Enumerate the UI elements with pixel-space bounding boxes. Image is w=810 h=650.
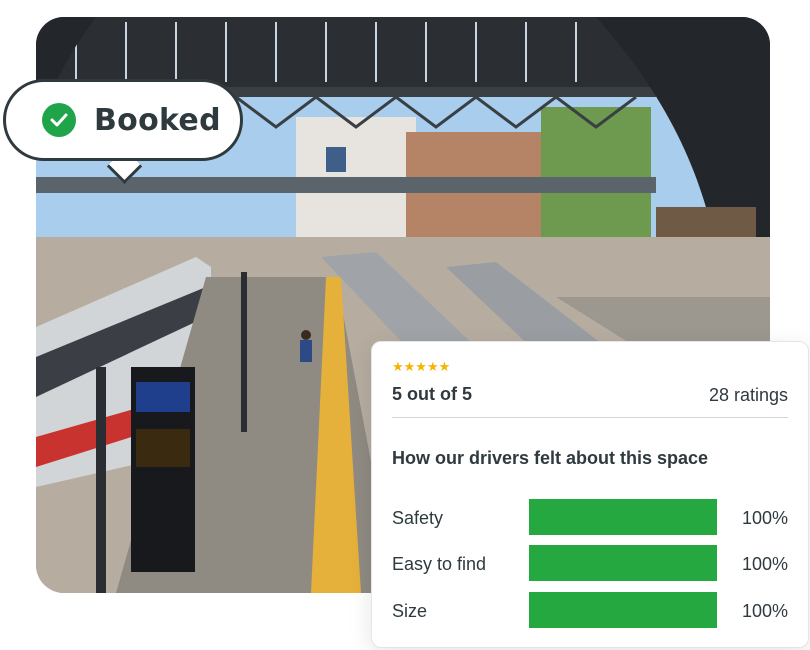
check-circle-icon: [42, 103, 76, 137]
metric-bar: [529, 592, 717, 628]
metric-bar: [529, 545, 717, 581]
metric-row-easy-to-find: Easy to find 100%: [392, 545, 788, 583]
metric-label: Safety: [392, 508, 444, 528]
rating-count: 28 ratings: [708, 385, 788, 405]
metric-bar-fill: [529, 545, 717, 581]
metric-label: Easy to find: [392, 554, 487, 574]
ratings-heading: How our drivers felt about this space: [392, 448, 709, 468]
metric-percent: 100%: [741, 554, 788, 574]
metric-row-safety: Safety 100%: [392, 499, 788, 537]
metric-percent: 100%: [741, 508, 788, 528]
booked-label: Booked: [94, 102, 221, 138]
rating-score: 5 out of 5: [392, 384, 472, 404]
booked-badge: Booked: [3, 79, 243, 161]
star-rating-icon: ★★★★★: [392, 359, 451, 374]
metric-bar-fill: [529, 592, 717, 628]
ratings-card: ★★★★★ 5 out of 5 28 ratings How our driv…: [371, 341, 809, 648]
metric-label: Size: [392, 601, 428, 621]
metric-percent: 100%: [741, 601, 788, 621]
metric-bar-fill: [529, 499, 717, 535]
divider: [392, 417, 788, 418]
metric-bar: [529, 499, 717, 535]
metric-row-size: Size 100%: [392, 592, 788, 630]
